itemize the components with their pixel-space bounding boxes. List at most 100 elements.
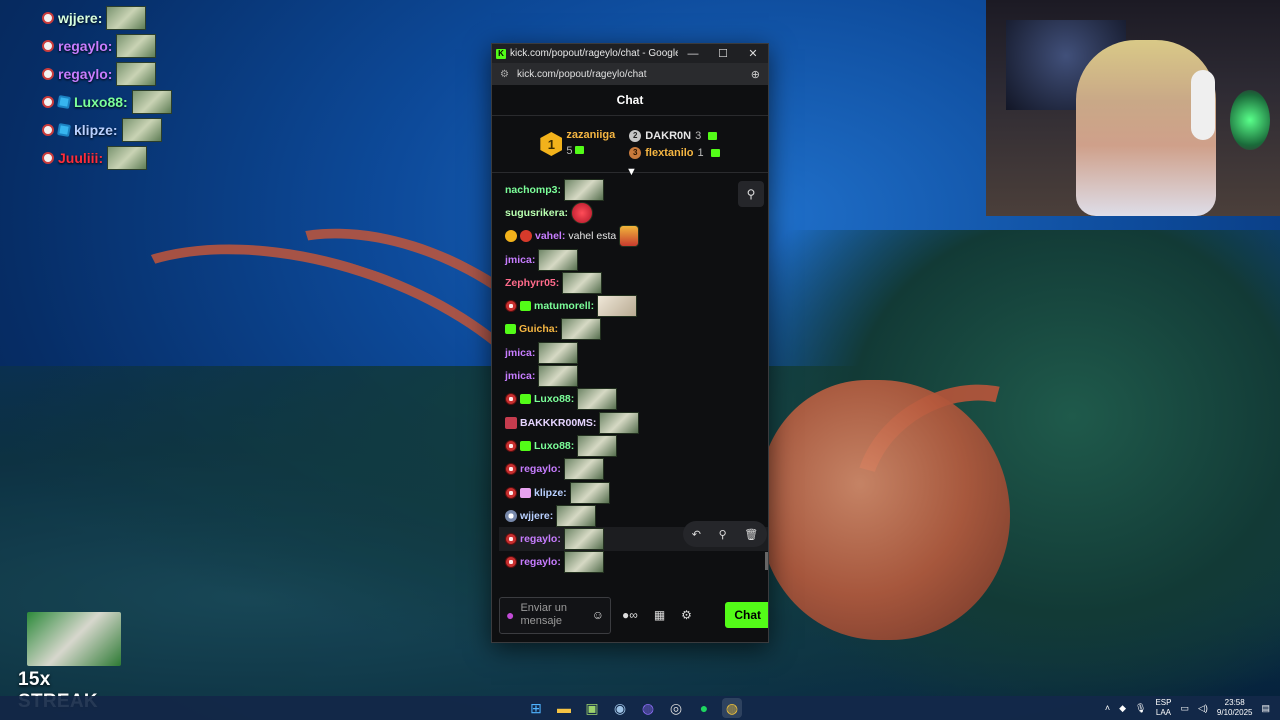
obs-icon[interactable]: ◎: [666, 698, 686, 718]
chrome-icon[interactable]: ◍: [722, 698, 742, 718]
chevron-up-icon[interactable]: ˄: [1105, 703, 1110, 713]
chat-message[interactable]: Guicha:: [505, 318, 768, 341]
chat-message[interactable]: jmica:: [505, 341, 768, 364]
minimize-button[interactable]: —: [678, 48, 708, 60]
chat-username[interactable]: matumorell:: [534, 300, 594, 312]
mic-icon[interactable]: ●: [506, 607, 514, 623]
emote-image: [538, 341, 579, 364]
rage-badge-icon: [42, 68, 54, 80]
chat-username[interactable]: Zephyrr05:: [505, 277, 559, 289]
chat-message[interactable]: nachomp3:: [505, 178, 768, 201]
file-explorer-icon[interactable]: ▬: [554, 698, 574, 718]
chat-username[interactable]: jmica:: [505, 254, 535, 266]
pin-icon[interactable]: ⚲: [738, 181, 764, 207]
emote-image: [597, 295, 638, 318]
network-icon[interactable]: ▭: [1180, 703, 1189, 714]
pink-badge-icon: [520, 487, 531, 498]
chat-username[interactable]: klipze:: [534, 487, 567, 499]
leader-second[interactable]: 2 DAKR0N 3: [629, 129, 719, 142]
overlay-username: regaylo:: [58, 38, 113, 54]
send-chat-button[interactable]: Chat: [725, 602, 768, 628]
spotify-icon[interactable]: ●: [694, 698, 714, 718]
emote-image: [564, 178, 605, 201]
pin-message-icon[interactable]: ⚲: [719, 528, 727, 541]
leader-third-count: 1: [697, 146, 704, 159]
zoom-icon[interactable]: ⊕: [751, 68, 760, 81]
mic-tray-icon[interactable]: 🎙: [1135, 703, 1146, 714]
chat-scrollbar[interactable]: [765, 552, 768, 570]
chat-message[interactable]: regaylo:: [505, 551, 768, 574]
close-button[interactable]: ✕: [738, 47, 768, 60]
kick-logo-icon: K: [496, 48, 506, 59]
address-bar[interactable]: ⚙ kick.com/popout/rageylo/chat ⊕: [492, 63, 768, 85]
window-titlebar[interactable]: K kick.com/popout/rageylo/chat - Google …: [492, 44, 768, 63]
chat-message[interactable]: sugusrikera:: [505, 201, 768, 224]
clock-time: 23:58: [1224, 698, 1245, 707]
layout-code: LAA: [1155, 708, 1171, 717]
leader-first[interactable]: 1 zazaniiga 5: [540, 129, 615, 159]
message-input[interactable]: ● Enviar un mensaje ☺: [499, 596, 611, 634]
chat-username[interactable]: vahel:: [535, 230, 565, 242]
chat-message[interactable]: klipze:: [505, 481, 768, 504]
chat-message[interactable]: matumorell:: [505, 294, 768, 318]
chat-username[interactable]: sugusrikera:: [505, 207, 568, 219]
emote-image: [571, 201, 594, 224]
emote-image: [131, 90, 172, 114]
window-title: kick.com/popout/rageylo/chat - Google Ch…: [510, 48, 678, 59]
chat-username[interactable]: wjjere:: [520, 510, 553, 522]
emote-image: [561, 318, 602, 341]
stream-overlay-chat: wjjere: regaylo: regaylo: Luxo88: klipze: Juu…: [42, 4, 172, 172]
chat-username[interactable]: jmica:: [505, 347, 535, 359]
overlay-chat-row: klipze:: [42, 116, 172, 144]
webcam-headphones: [1191, 70, 1215, 140]
volume-icon[interactable]: ◁): [1198, 703, 1208, 714]
chat-username[interactable]: regaylo:: [520, 556, 561, 568]
url-text[interactable]: kick.com/popout/rageylo/chat: [517, 69, 751, 80]
leader-second-count: 3: [695, 129, 702, 142]
reply-icon[interactable]: ↶: [692, 528, 701, 541]
security-icon[interactable]: ◆: [1119, 703, 1126, 714]
maximize-button[interactable]: ☐: [708, 47, 738, 60]
message-placeholder[interactable]: Enviar un mensaje: [520, 602, 585, 628]
chat-username[interactable]: regaylo:: [520, 463, 561, 475]
clock[interactable]: 23:58 9/10/2025: [1217, 698, 1253, 718]
leader-third[interactable]: 3 flextanilo 1: [629, 146, 720, 159]
chat-username[interactable]: Luxo88:: [534, 393, 574, 405]
gear-icon[interactable]: ⚙: [676, 608, 697, 622]
emote-image: [121, 118, 162, 142]
rank-2-icon: 2: [629, 129, 642, 142]
chat-username[interactable]: BAKKKR00MS:: [520, 417, 596, 429]
channel-points-icon[interactable]: ●∞: [617, 608, 643, 622]
start-menu-icon[interactable]: ⊞: [526, 698, 546, 718]
chat-username[interactable]: regaylo:: [520, 533, 561, 545]
chat-message[interactable]: Zephyrr05:: [505, 271, 768, 294]
emote-image: [619, 225, 640, 248]
discord-icon[interactable]: ◍: [638, 698, 658, 718]
app-icon[interactable]: ▣: [582, 698, 602, 718]
emote-image: [563, 551, 604, 574]
steam-icon[interactable]: ◉: [610, 698, 630, 718]
language-indicator[interactable]: ESP LAA: [1155, 698, 1171, 718]
language-code: ESP: [1155, 698, 1172, 707]
chat-message[interactable]: Luxo88:: [505, 388, 768, 411]
chat-message[interactable]: BAKKKR00MS:: [505, 411, 768, 434]
chat-username[interactable]: nachomp3:: [505, 184, 561, 196]
site-settings-icon[interactable]: ⚙: [500, 69, 509, 80]
rage-badge-icon: [505, 439, 517, 452]
chat-username[interactable]: Luxo88:: [534, 440, 574, 452]
trash-icon[interactable]: 🗑: [744, 528, 758, 541]
emote-picker-icon[interactable]: ☺: [592, 608, 604, 622]
chat-message[interactable]: jmica:: [505, 248, 768, 271]
chat-username[interactable]: Guicha:: [519, 323, 558, 335]
store-icon[interactable]: ▦: [649, 608, 670, 622]
sub1-badge-icon: [505, 230, 517, 243]
overlay-chat-row: Luxo88:: [42, 88, 172, 116]
chat-username[interactable]: jmica:: [505, 370, 535, 382]
emote-image: [577, 388, 618, 411]
overlay-username: regaylo:: [58, 66, 113, 82]
chat-message[interactable]: Luxo88:: [505, 434, 768, 457]
notification-icon[interactable]: ▤: [1261, 703, 1270, 714]
chat-message[interactable]: regaylo:: [505, 458, 768, 481]
chat-message[interactable]: vahel: vahel esta: [505, 225, 768, 248]
chat-message[interactable]: jmica:: [505, 364, 768, 388]
